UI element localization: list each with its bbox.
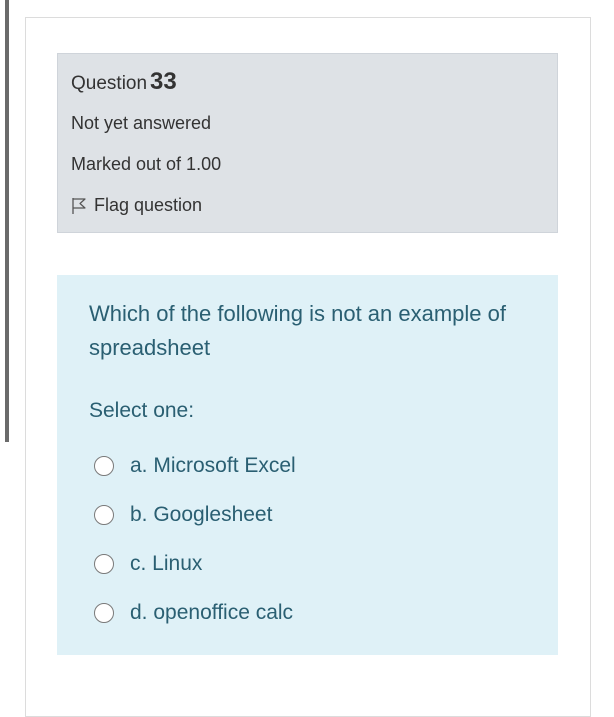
question-number-value: 33 — [150, 68, 177, 95]
flag-icon — [72, 197, 86, 214]
answer-options: a. Microsoft Excel b. Googlesheet c. Lin… — [94, 441, 296, 637]
question-text: Which of the following is not an example… — [89, 301, 507, 360]
question-number: Question 33 — [71, 68, 177, 96]
answer-option-c[interactable]: c. Linux — [94, 539, 296, 588]
answer-option-d[interactable]: d. openoffice calc — [94, 588, 296, 637]
answer-option-b[interactable]: b. Googlesheet — [94, 490, 296, 539]
question-grade: Marked out of 1.00 — [71, 154, 222, 174]
radio-button-d[interactable] — [94, 602, 114, 623]
question-label: Question — [71, 73, 148, 94]
answer-label-c: c. Linux — [130, 551, 203, 575]
select-prompt: Select one: — [89, 399, 195, 422]
answer-label-b: b. Googlesheet — [130, 502, 273, 526]
radio-button-b[interactable] — [94, 504, 114, 525]
answer-label-a: a. Microsoft Excel — [130, 453, 296, 477]
flag-question-link[interactable]: Flag question — [71, 195, 202, 216]
question-state: Not yet answered — [71, 113, 212, 133]
radio-button-a[interactable] — [94, 455, 114, 476]
radio-button-c[interactable] — [94, 553, 114, 574]
question-content: Which of the following is not an example… — [57, 275, 558, 655]
question-info-panel: Question 33 Not yet answered Marked out o… — [57, 53, 558, 233]
scroll-indicator — [5, 0, 9, 442]
answer-label-d: d. openoffice calc — [130, 600, 294, 624]
flag-question-label: Flag question — [94, 195, 203, 215]
answer-option-a[interactable]: a. Microsoft Excel — [94, 441, 296, 490]
